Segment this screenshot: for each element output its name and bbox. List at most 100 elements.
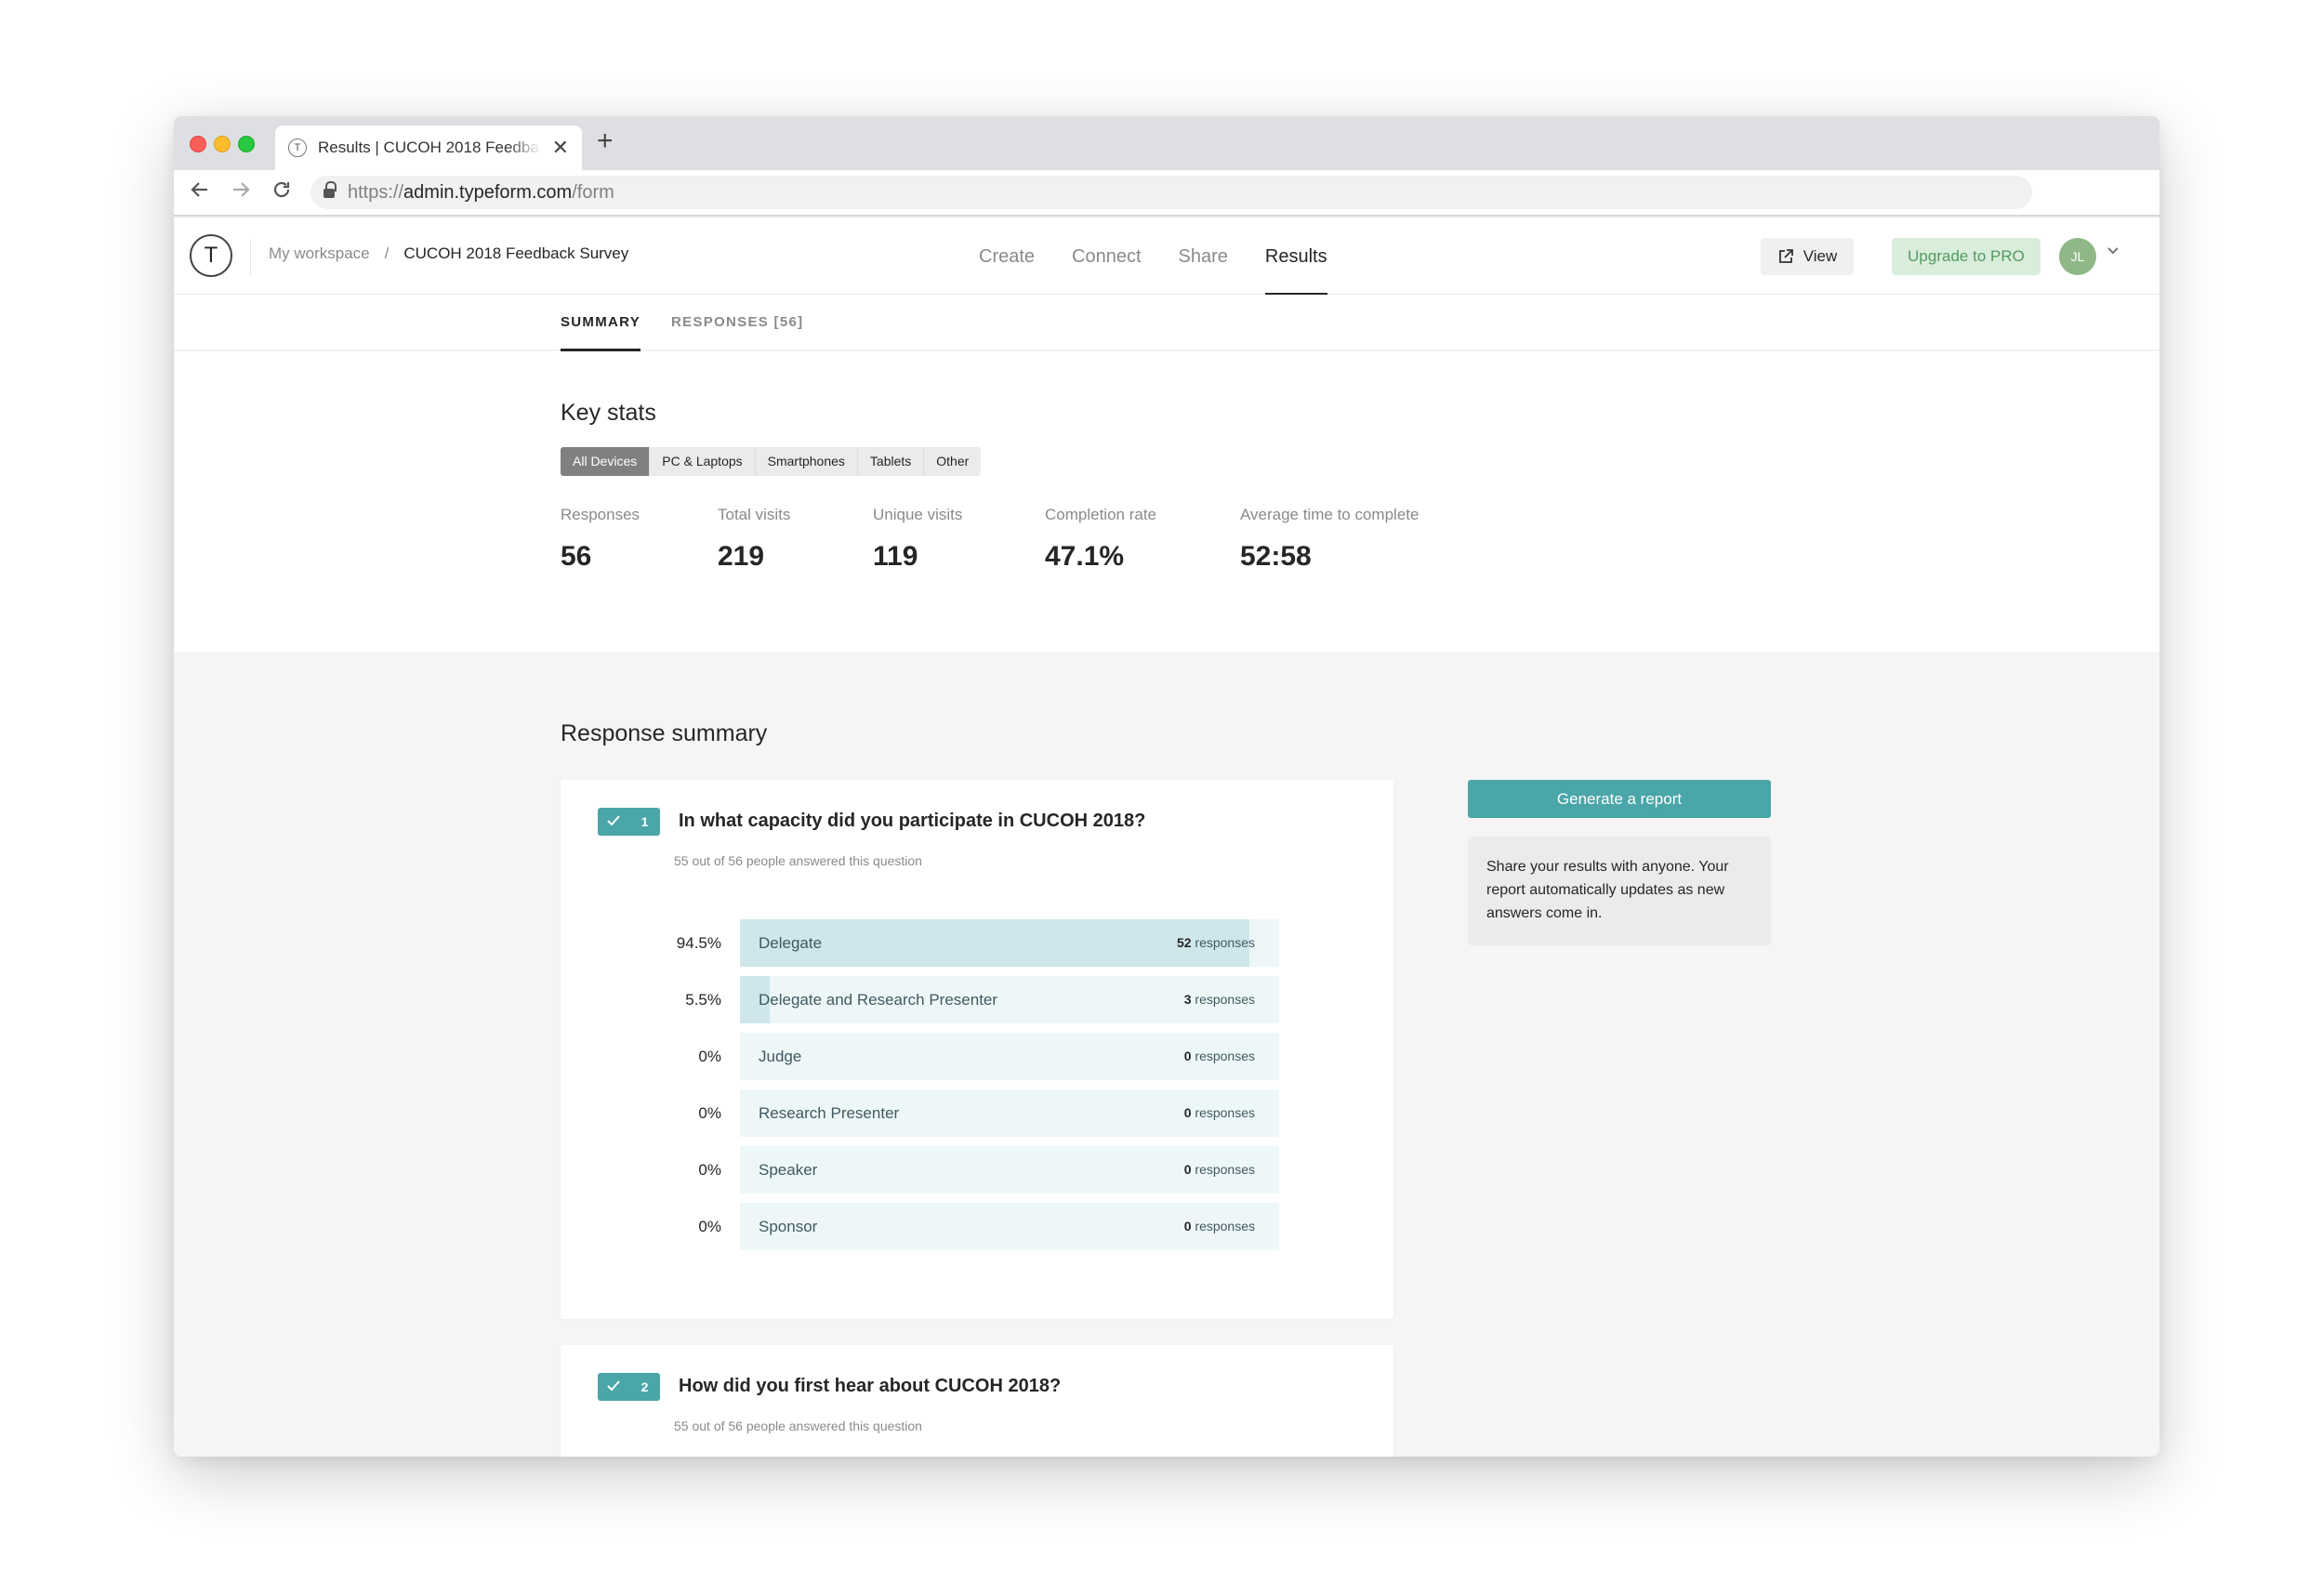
stat-label: Average time to complete (1240, 506, 1419, 523)
answer-label: Judge (759, 1048, 802, 1065)
answer-label: Delegate and Research Presenter (759, 991, 998, 1009)
answer-count: 0 responses (1183, 1219, 1255, 1234)
breadcrumb-workspace-link[interactable]: My workspace (269, 244, 370, 263)
stat-total-visits: Total visits 219 (718, 506, 790, 573)
stat-unique-visits: Unique visits 119 (873, 506, 962, 573)
breadcrumb: My workspace / CUCOH 2018 Feedback Surve… (269, 244, 628, 263)
device-filter-smartphones[interactable]: Smartphones (756, 447, 858, 476)
answer-bar: Sponsor 0 responses (740, 1203, 1279, 1250)
question-card-1: 1 In what capacity did you participate i… (561, 780, 1393, 1319)
app-header: T My workspace / CUCOH 2018 Feedback Sur… (174, 218, 2159, 296)
browser-tab[interactable]: T Results | CUCOH 2018 Feedback Survey ✕ (275, 125, 582, 170)
answer-row: 0% Research Presenter 0 responses (598, 1089, 1304, 1137)
question-title: In what capacity did you participate in … (679, 811, 1146, 831)
answer-label: Sponsor (759, 1218, 818, 1235)
new-tab-icon[interactable]: + (597, 127, 614, 155)
checkmark-icon (598, 812, 629, 832)
device-filter-all[interactable]: All Devices (561, 447, 651, 476)
avatar[interactable]: JL (2059, 238, 2096, 275)
question-number: 1 (640, 814, 649, 829)
forward-arrow-icon[interactable] (231, 179, 251, 204)
answer-bar: Judge 0 responses (740, 1033, 1279, 1080)
answer-count: 0 responses (1183, 1049, 1255, 1063)
chevron-down-icon[interactable] (2106, 243, 2120, 262)
external-link-icon (1778, 249, 1793, 263)
view-button[interactable]: View (1761, 238, 1854, 275)
typeform-logo[interactable]: T (190, 234, 232, 277)
key-stats-title: Key stats (561, 400, 656, 426)
answer-count: 0 responses (1183, 1105, 1255, 1120)
answer-row: 0% Sponsor 0 responses (598, 1203, 1304, 1250)
device-filter-pc[interactable]: PC & Laptops (650, 447, 756, 476)
stat-label: Completion rate (1045, 506, 1157, 523)
results-subnav: SUMMARY RESPONSES [56] (174, 295, 2159, 351)
question-badge: 2 (598, 1373, 660, 1401)
stat-label: Total visits (718, 506, 791, 523)
answer-count: 3 responses (1183, 992, 1255, 1007)
answer-count: 0 responses (1183, 1162, 1255, 1177)
device-filter: All Devices PC & Laptops Smartphones Tab… (561, 447, 982, 476)
stat-value: 119 (873, 541, 918, 572)
answer-bar: Delegate 52 responses (740, 919, 1279, 967)
breadcrumb-form-title[interactable]: CUCOH 2018 Feedback Survey (403, 244, 628, 263)
nav-share[interactable]: Share (1179, 218, 1228, 295)
question-number: 2 (640, 1379, 649, 1394)
answer-percent: 5.5% (685, 991, 721, 1009)
tab-summary[interactable]: SUMMARY (561, 295, 641, 351)
nav-connect[interactable]: Connect (1072, 218, 1142, 295)
maximize-window-button[interactable] (238, 136, 255, 152)
answer-percent: 0% (698, 1161, 721, 1179)
question-title: How did you first hear about CUCOH 2018? (679, 1376, 1062, 1396)
tab-title: Results | CUCOH 2018 Feedback Survey (318, 139, 541, 156)
view-button-label: View (1802, 247, 1838, 265)
device-filter-tablets[interactable]: Tablets (858, 447, 925, 476)
lock-icon (324, 180, 337, 201)
generate-report-button[interactable]: Generate a report (1468, 780, 1771, 818)
breadcrumb-separator: / (384, 244, 390, 262)
answer-percent: 0% (698, 1218, 721, 1235)
close-window-button[interactable] (190, 136, 206, 152)
stat-value: 219 (718, 541, 765, 572)
key-stats-section: Key stats All Devices PC & Laptops Smart… (174, 351, 2159, 653)
nav-create[interactable]: Create (979, 218, 1035, 295)
answer-percent: 94.5% (676, 934, 721, 952)
main-nav: Create Connect Share Results (979, 218, 1327, 296)
answer-row: 94.5% Delegate 52 responses (598, 919, 1304, 967)
typeform-favicon-icon: T (288, 139, 307, 157)
minimize-window-button[interactable] (214, 136, 231, 152)
url-text: https://admin.typeform.com/form (348, 181, 614, 203)
header-divider (250, 239, 251, 274)
stat-value: 56 (561, 541, 592, 572)
device-filter-other[interactable]: Other (924, 447, 981, 476)
nav-results[interactable]: Results (1264, 218, 1327, 296)
answer-percent: 0% (698, 1048, 721, 1065)
answer-label: Speaker (759, 1161, 818, 1179)
stat-responses: Responses 56 (561, 506, 640, 573)
answer-row: 0% Speaker 0 responses (598, 1146, 1304, 1194)
stat-label: Unique visits (873, 506, 963, 523)
answer-row: 5.5% Delegate and Research Presenter 3 r… (598, 976, 1304, 1023)
checkmark-icon (598, 1378, 629, 1397)
back-arrow-icon[interactable] (190, 179, 210, 204)
url-input[interactable]: https://admin.typeform.com/form (310, 176, 2032, 209)
answer-label: Delegate (759, 934, 823, 952)
answer-list: 94.5% Delegate 52 responses 5.5% Delegat… (598, 919, 1304, 1260)
browser-window: T Results | CUCOH 2018 Feedback Survey ✕… (174, 116, 2159, 1457)
close-tab-icon[interactable]: ✕ (552, 138, 569, 158)
browser-address-bar: https://admin.typeform.com/form (174, 170, 2159, 217)
answer-bar: Delegate and Research Presenter 3 respon… (740, 976, 1279, 1023)
answer-label: Research Presenter (759, 1104, 900, 1122)
tab-responses[interactable]: RESPONSES [56] (671, 295, 803, 350)
report-info-box: Share your results with anyone. Your rep… (1468, 837, 1771, 945)
browser-tab-bar: T Results | CUCOH 2018 Feedback Survey ✕… (174, 116, 2159, 170)
stat-label: Responses (561, 506, 640, 523)
question-answered-count: 55 out of 56 people answered this questi… (674, 853, 922, 868)
answer-row: 0% Judge 0 responses (598, 1033, 1304, 1080)
upgrade-button[interactable]: Upgrade to PRO (1892, 238, 2040, 275)
answer-bar: Research Presenter 0 responses (740, 1089, 1279, 1137)
answer-count: 52 responses (1176, 935, 1255, 950)
reload-icon[interactable] (271, 179, 292, 204)
stat-completion-rate: Completion rate 47.1% (1045, 506, 1156, 573)
stat-average-time: Average time to complete 52:58 (1240, 506, 1419, 573)
answer-bar: Speaker 0 responses (740, 1146, 1279, 1194)
